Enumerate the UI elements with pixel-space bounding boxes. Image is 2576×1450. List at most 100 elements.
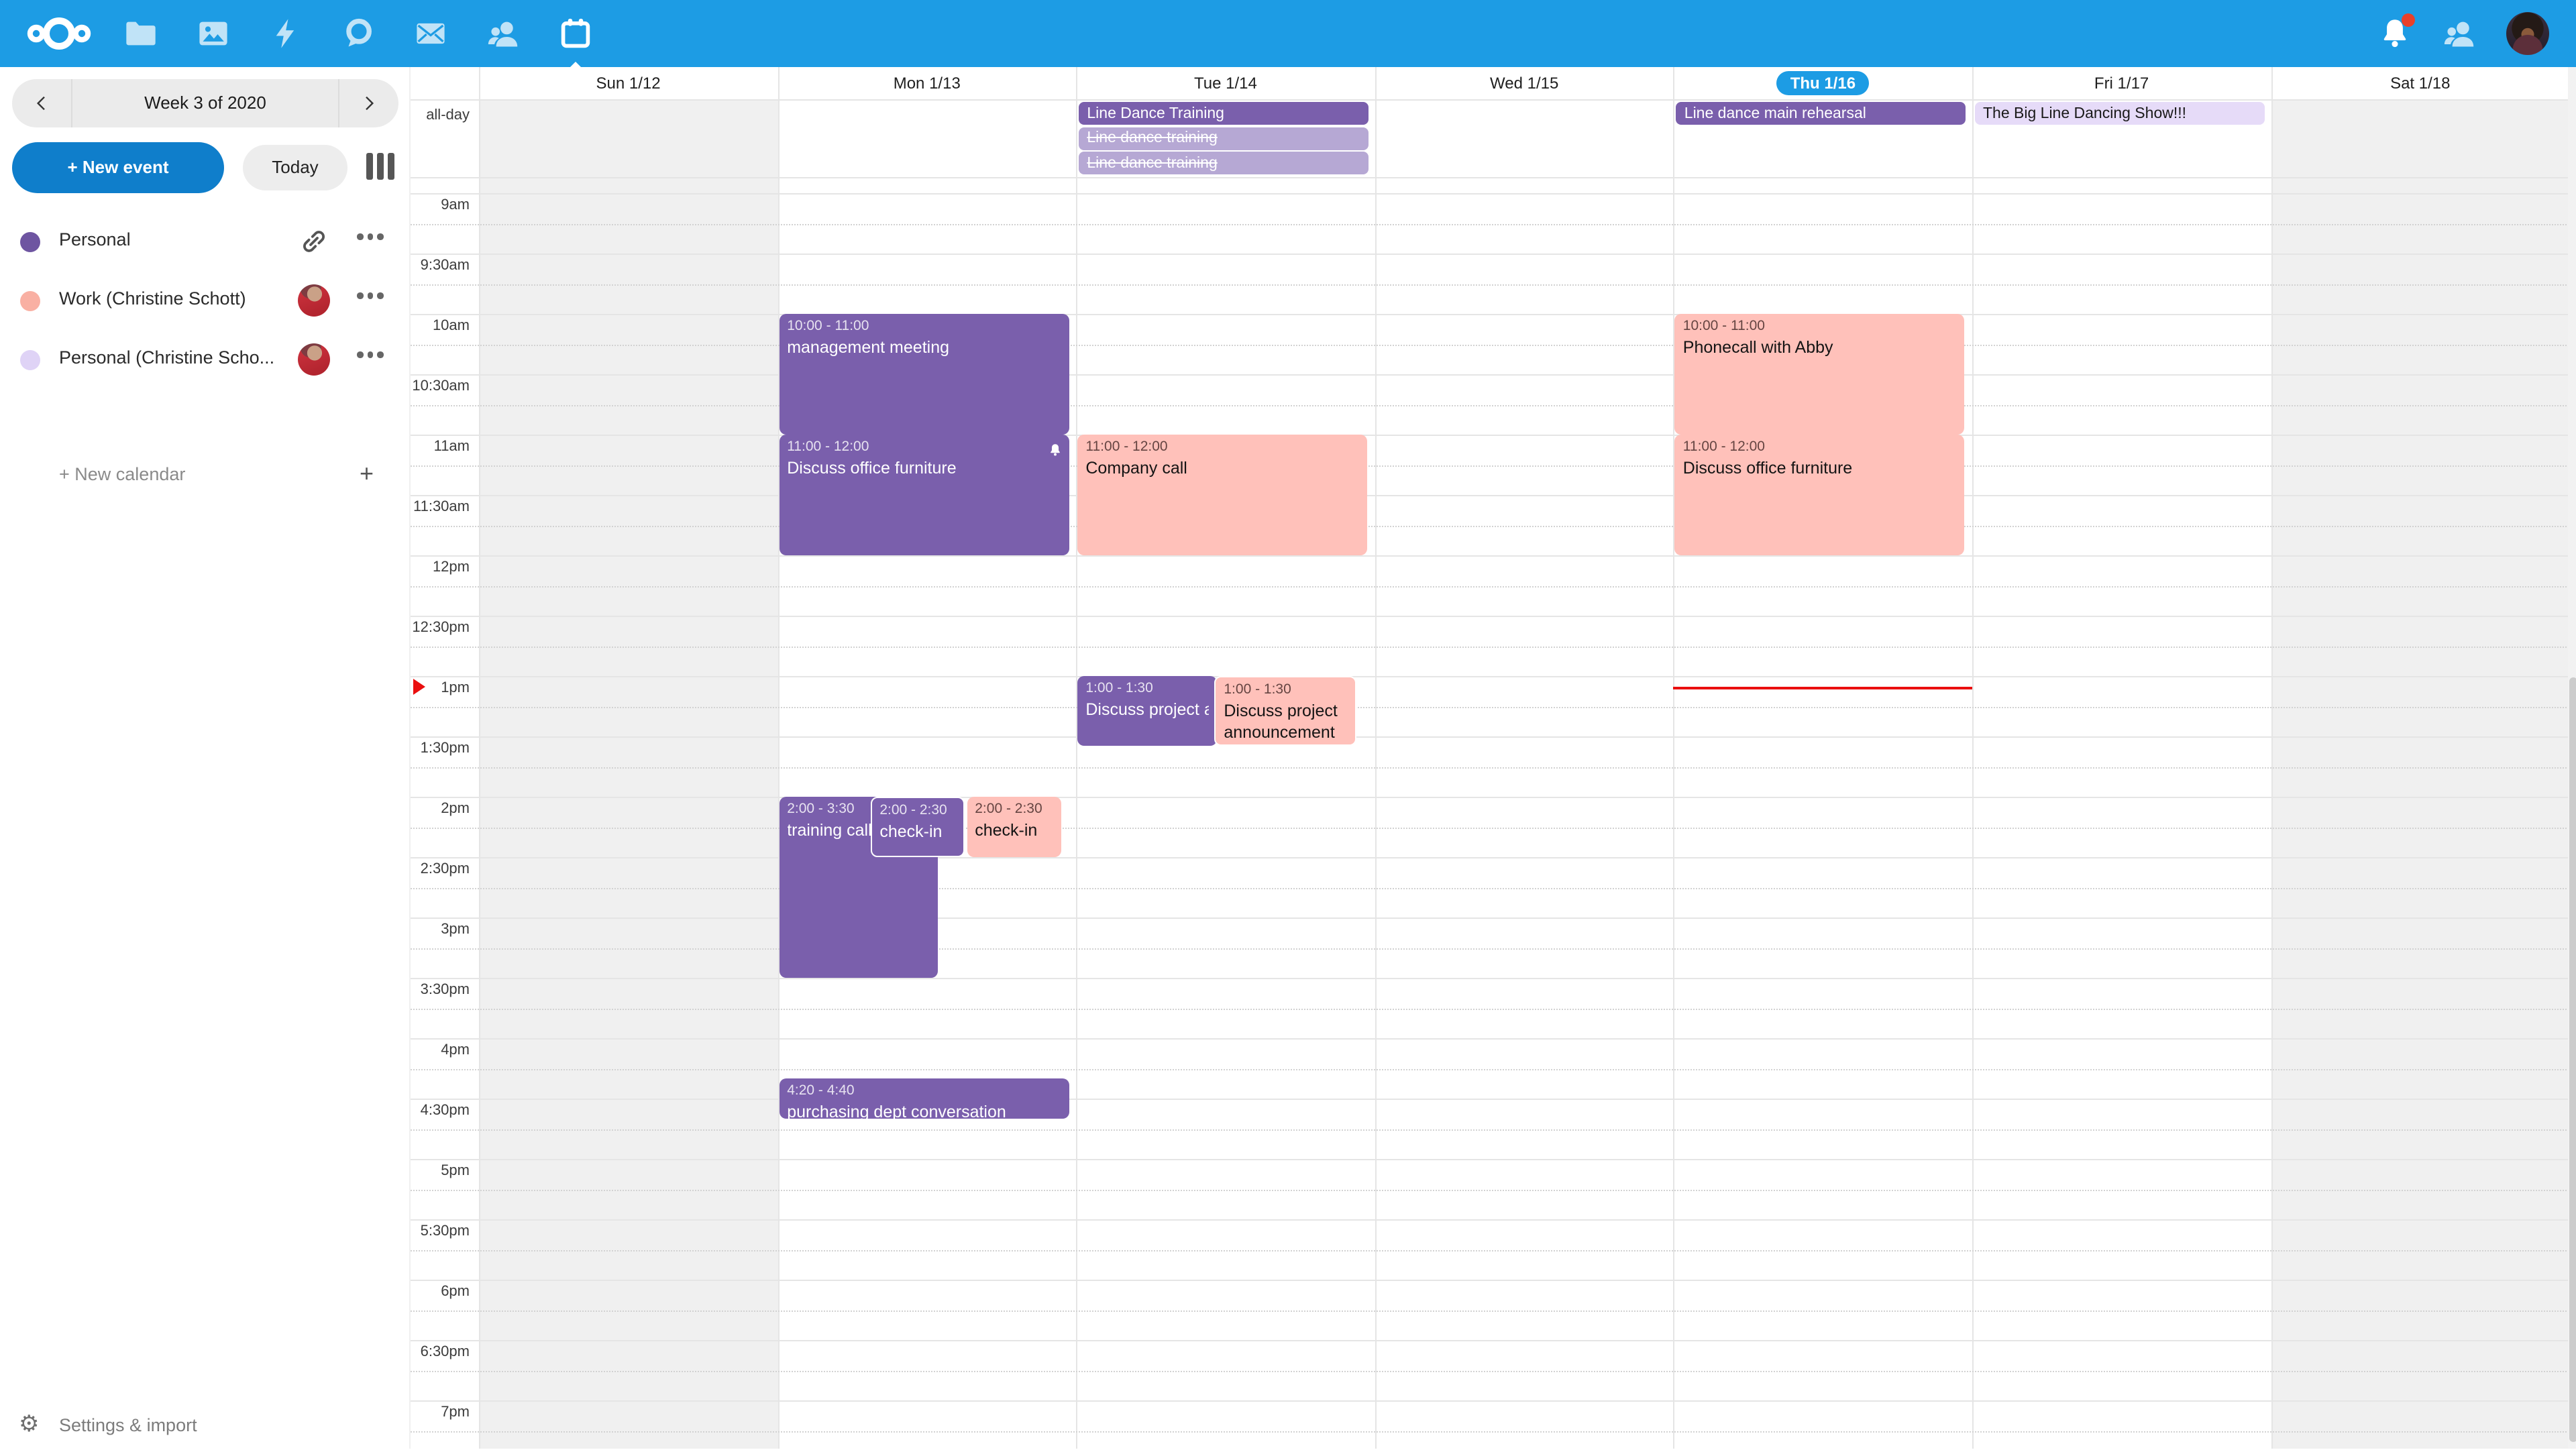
day-header[interactable]: Tue 1/14	[1076, 67, 1375, 99]
today-button[interactable]: Today	[243, 145, 347, 190]
talk-icon[interactable]	[341, 16, 376, 51]
time-axis-label: 9:30am	[411, 258, 470, 274]
calendar-icon[interactable]	[558, 16, 593, 51]
previous-week-button[interactable]	[12, 79, 71, 127]
quarter-slot-line	[411, 767, 2569, 768]
share-link-icon[interactable]	[298, 225, 330, 258]
week-label[interactable]: Week 3 of 2020	[71, 79, 339, 127]
column-border	[1972, 67, 1974, 1449]
calendar-event[interactable]: 2:00 - 2:30check-in	[870, 797, 964, 857]
event-time: 10:00 - 11:00	[1683, 317, 1957, 337]
quarter-slot-line	[411, 1370, 2569, 1372]
slot-line	[411, 495, 2569, 496]
quarter-slot-line	[411, 1431, 2569, 1432]
day-header[interactable]: Sun 1/12	[479, 67, 777, 99]
allday-event-chip[interactable]: The Big Line Dancing Show!!!	[1975, 102, 2264, 125]
calendar-event[interactable]: 10:00 - 11:00management meeting	[779, 314, 1069, 435]
quarter-slot-line	[411, 1129, 2569, 1130]
slot-line	[411, 616, 2569, 617]
allday-event-chip[interactable]: Line dance training	[1079, 152, 1368, 174]
quarter-slot-line	[411, 404, 2569, 406]
calendar-event[interactable]: 2:00 - 2:30check-in	[967, 797, 1061, 857]
top-bar	[0, 0, 2576, 67]
allday-event-chip[interactable]: Line dance main rehearsal	[1676, 102, 1966, 125]
day-header[interactable]: Fri 1/17	[1972, 67, 2271, 99]
new-event-button[interactable]: + New event	[12, 142, 224, 193]
time-axis-label: 12:30pm	[411, 620, 470, 636]
time-axis-label: 1:30pm	[411, 740, 470, 757]
quarter-slot-line	[411, 1189, 2569, 1190]
time-axis-label: 11am	[411, 439, 470, 455]
quarter-slot-line	[411, 1068, 2569, 1070]
event-title: Discuss office furniture	[787, 457, 1061, 480]
files-icon[interactable]	[123, 16, 158, 51]
slot-line	[411, 314, 2569, 315]
quarter-slot-line	[411, 646, 2569, 647]
new-calendar-label: + New calendar	[59, 464, 185, 484]
day-header[interactable]: Wed 1/15	[1375, 67, 1674, 99]
event-time: 11:00 - 12:00	[1085, 437, 1359, 457]
calendar-actions-menu[interactable]	[357, 351, 383, 357]
event-title: Phonecall with Abby	[1683, 337, 1957, 359]
quarter-slot-line	[411, 1310, 2569, 1311]
notifications-bell-icon[interactable]	[2377, 16, 2412, 51]
quarter-slot-line	[411, 525, 2569, 526]
nextcloud-logo[interactable]	[27, 12, 91, 55]
calendar-name: Personal (Christine Scho...	[59, 347, 274, 368]
event-title: check-in	[879, 821, 955, 843]
quarter-slot-line	[411, 887, 2569, 889]
slot-line	[411, 797, 2569, 798]
top-bar-right	[2377, 12, 2549, 55]
slot-line	[411, 374, 2569, 376]
calendar-list-item[interactable]: Personal	[0, 212, 409, 271]
user-avatar[interactable]	[2506, 12, 2549, 55]
next-week-button[interactable]	[339, 79, 398, 127]
settings-import-button[interactable]: ⚙ Settings & import	[0, 1402, 409, 1450]
calendar-event[interactable]: 1:00 - 1:30Discuss project announcement	[1214, 676, 1356, 746]
calendar-event[interactable]: 4:20 - 4:40purchasing dept conversation	[779, 1078, 1069, 1119]
new-calendar-button[interactable]: + New calendar +	[0, 453, 409, 499]
calendar-actions-menu[interactable]	[357, 233, 383, 239]
photos-icon[interactable]	[196, 16, 231, 51]
time-axis-label: 10am	[411, 318, 470, 334]
slot-line	[411, 254, 2569, 255]
day-header[interactable]: Mon 1/13	[777, 67, 1076, 99]
activity-icon[interactable]	[268, 16, 303, 51]
quarter-slot-line	[411, 706, 2569, 708]
weekend-shading	[2271, 99, 2569, 1449]
event-title: purchasing dept conversation	[787, 1101, 1061, 1119]
calendar-week-view: all-day Sun 1/12Mon 1/13Tue 1/14Wed 1/15…	[409, 67, 2576, 1449]
header-border	[411, 99, 2569, 101]
calendar-event[interactable]: 10:00 - 11:00Phonecall with Abby	[1675, 314, 1965, 435]
calendar-actions-menu[interactable]	[357, 292, 383, 298]
time-axis-label: 2:30pm	[411, 861, 470, 877]
calendar-event[interactable]: 11:00 - 12:00Discuss office furniture	[1675, 435, 1965, 555]
time-axis-label: 6:30pm	[411, 1344, 470, 1360]
time-axis-label: 11:30am	[411, 499, 470, 515]
slot-line	[411, 917, 2569, 919]
calendar-list-item[interactable]: Work (Christine Schott)	[0, 271, 409, 330]
allday-event-chip[interactable]: Line dance training	[1079, 127, 1368, 150]
day-header[interactable]: Thu 1/16	[1674, 67, 1972, 99]
allday-event-chip[interactable]: Line Dance Training	[1079, 102, 1368, 125]
mail-icon[interactable]	[413, 16, 448, 51]
calendar-event[interactable]: 11:00 - 12:00Company call	[1077, 435, 1367, 555]
calendar-list-item[interactable]: Personal (Christine Scho...	[0, 330, 409, 389]
event-time: 2:00 - 2:30	[879, 801, 955, 821]
contacts-icon[interactable]	[486, 16, 521, 51]
quarter-slot-line	[411, 284, 2569, 285]
calendar-event[interactable]: 11:00 - 12:00Discuss office furniture	[779, 435, 1069, 555]
view-toggle-button[interactable]	[361, 153, 398, 182]
calendar-list: PersonalWork (Christine Schott) Personal …	[0, 212, 409, 389]
day-header[interactable]: Sat 1/18	[2271, 67, 2569, 99]
time-axis-label: 2pm	[411, 801, 470, 817]
event-title: Discuss project announcement	[1085, 699, 1208, 721]
column-border	[1674, 67, 1675, 1449]
slot-line	[411, 1038, 2569, 1040]
calendar-color-dot	[20, 232, 40, 252]
calendar-event[interactable]: 1:00 - 1:30Discuss project announcement	[1077, 676, 1216, 746]
quarter-slot-line	[411, 223, 2569, 225]
scrollbar-thumb[interactable]	[2569, 677, 2576, 1442]
contacts-menu-icon[interactable]	[2442, 16, 2477, 51]
event-title: Discuss office furniture	[1683, 457, 1957, 480]
